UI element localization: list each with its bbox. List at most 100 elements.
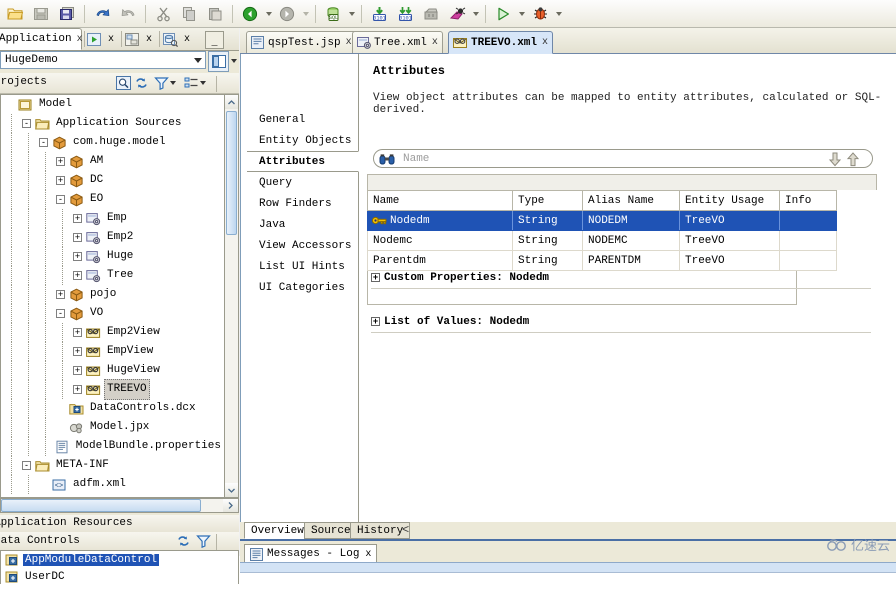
editor-tab-tree-xml[interactable]: Tree.xml x: [352, 31, 443, 54]
sidenav-item-general[interactable]: General: [247, 109, 358, 130]
expand-icon[interactable]: +: [73, 385, 82, 394]
rebuild-dropdown-arrow[interactable]: [470, 3, 481, 25]
back-dropdown-arrow[interactable]: [263, 3, 274, 25]
tree-item[interactable]: Model.jpx: [1, 418, 224, 437]
back-button[interactable]: [238, 2, 262, 26]
expand-icon[interactable]: +: [73, 347, 82, 356]
editor-tab-treevo-xml[interactable]: TREEVO.xml x: [448, 31, 554, 54]
collapse-icon[interactable]: -: [39, 138, 48, 147]
close-icon[interactable]: x: [146, 34, 152, 45]
tab-application[interactable]: Application x: [0, 28, 83, 50]
list-item[interactable]: AppModuleDataControl: [1, 551, 238, 568]
custom-properties-section[interactable]: + Custom Properties: Nodedm: [371, 270, 871, 289]
group-by-button[interactable]: [184, 75, 199, 91]
tree-item[interactable]: Model: [1, 95, 224, 114]
editor-tab-qsptest[interactable]: qspTest.jsp x: [246, 31, 357, 54]
expand-icon[interactable]: +: [371, 273, 380, 282]
close-icon[interactable]: x: [346, 37, 352, 48]
tree-item[interactable]: - VO: [1, 304, 224, 323]
scroll-up-button[interactable]: [225, 95, 238, 109]
expand-icon[interactable]: +: [73, 328, 82, 337]
tab-scroll-left-button[interactable]: <: [402, 523, 409, 537]
sidenav-item-list-ui-hints[interactable]: List UI Hints: [247, 256, 358, 277]
tree-item[interactable]: - EO: [1, 190, 224, 209]
scroll-right-button[interactable]: [223, 499, 238, 512]
filter-projects-button[interactable]: [154, 75, 169, 91]
list-item[interactable]: UserDC: [1, 568, 238, 585]
save-all-button[interactable]: [55, 2, 79, 26]
tab-messages-log[interactable]: Messages - Log x: [244, 544, 378, 563]
tab-database[interactable]: x: [162, 29, 190, 49]
sql-dropdown-arrow[interactable]: [346, 3, 357, 25]
refresh-projects-button[interactable]: [134, 75, 149, 91]
sidenav-item-query[interactable]: Query: [247, 172, 358, 193]
sidenav-item-java[interactable]: Java: [247, 214, 358, 235]
expand-icon[interactable]: +: [371, 317, 380, 326]
tree-item[interactable]: ModelBundle.properties: [1, 437, 224, 456]
sidenav-item-view-accessors[interactable]: View Accessors: [247, 235, 358, 256]
table-row[interactable]: Parentdm String PARENTDM TreeVO: [367, 250, 837, 271]
close-icon[interactable]: x: [77, 34, 83, 45]
make-button[interactable]: [419, 2, 443, 26]
collapse-icon[interactable]: -: [56, 195, 65, 204]
sidenav-item-attributes[interactable]: Attributes: [247, 151, 359, 172]
copy-button[interactable]: [177, 2, 201, 26]
search-input[interactable]: Name: [403, 153, 429, 165]
step-into-button[interactable]: 0101: [367, 2, 391, 26]
tree-item[interactable]: DataControls.dcx: [1, 399, 224, 418]
tree-item[interactable]: + Emp: [1, 209, 224, 228]
close-icon[interactable]: x: [542, 37, 548, 48]
editor-side-nav[interactable]: General Entity Objects Attributes Query Row …: [247, 54, 359, 522]
tree-item[interactable]: + EmpView: [1, 342, 224, 361]
search-projects-button[interactable]: [116, 75, 131, 91]
collapse-icon[interactable]: -: [22, 461, 31, 470]
tree-item[interactable]: + Emp2: [1, 228, 224, 247]
table-row[interactable]: Nodedm String NODEDM TreeVO: [367, 210, 837, 231]
data-controls-bar[interactable]: Data Controls: [0, 532, 239, 551]
scroll-thumb[interactable]: [226, 111, 237, 235]
window-layout-button[interactable]: [208, 51, 229, 72]
tree-item[interactable]: + TREEVO: [1, 379, 224, 400]
tree-horizontal-scrollbar[interactable]: [0, 498, 239, 513]
sql-worksheet-button[interactable]: SQL: [321, 2, 345, 26]
minimize-dock-button[interactable]: _: [205, 31, 224, 49]
close-icon[interactable]: x: [365, 549, 371, 560]
cut-button[interactable]: [151, 2, 175, 26]
tree-item[interactable]: + AM: [1, 152, 224, 171]
chevron-down-icon[interactable]: [194, 58, 202, 63]
table-column-header[interactable]: Name: [367, 190, 513, 211]
close-icon[interactable]: x: [432, 37, 438, 48]
table-column-header[interactable]: Info: [779, 190, 837, 211]
tree-item[interactable]: + HugeView: [1, 361, 224, 380]
tree-item[interactable]: + Huge: [1, 247, 224, 266]
save-button[interactable]: [29, 2, 53, 26]
expand-icon[interactable]: +: [56, 157, 65, 166]
table-column-header[interactable]: Alias Name: [582, 190, 680, 211]
close-icon[interactable]: x: [184, 34, 190, 45]
group-dropdown-button[interactable]: [200, 75, 209, 91]
tree-item[interactable]: <> adfm.xml: [1, 475, 224, 494]
table-row[interactable]: Nodemc String NODEMC TreeVO: [367, 230, 837, 251]
rebuild-button[interactable]: [445, 2, 469, 26]
expand-icon[interactable]: +: [73, 214, 82, 223]
debug-button[interactable]: [528, 2, 552, 26]
tree-item[interactable]: + Tree: [1, 266, 224, 285]
tab-structure[interactable]: x: [124, 29, 152, 49]
debug-dropdown-arrow[interactable]: [553, 3, 564, 25]
close-icon[interactable]: x: [108, 34, 114, 45]
forward-button[interactable]: [275, 2, 299, 26]
expand-icon[interactable]: +: [73, 233, 82, 242]
filter-dropdown-button[interactable]: [170, 75, 179, 91]
tree-item[interactable]: + pojo: [1, 285, 224, 304]
attributes-table[interactable]: Name Type Alias Name Entity Usage Info Noded…: [367, 190, 837, 271]
table-column-header[interactable]: Entity Usage: [679, 190, 780, 211]
sidenav-item-row-finders[interactable]: Row Finders: [247, 193, 358, 214]
run-dropdown-arrow[interactable]: [516, 3, 527, 25]
redo-button[interactable]: [116, 2, 140, 26]
collapse-icon[interactable]: -: [22, 119, 31, 128]
expand-icon[interactable]: +: [73, 252, 82, 261]
search-next-button[interactable]: [828, 152, 842, 171]
tree-item[interactable]: - META-INF: [1, 456, 224, 475]
project-tree[interactable]: Model - Application Sources - com.huge.model…: [0, 94, 224, 498]
list-of-values-section[interactable]: + List of Values: Nodedm: [371, 314, 871, 333]
